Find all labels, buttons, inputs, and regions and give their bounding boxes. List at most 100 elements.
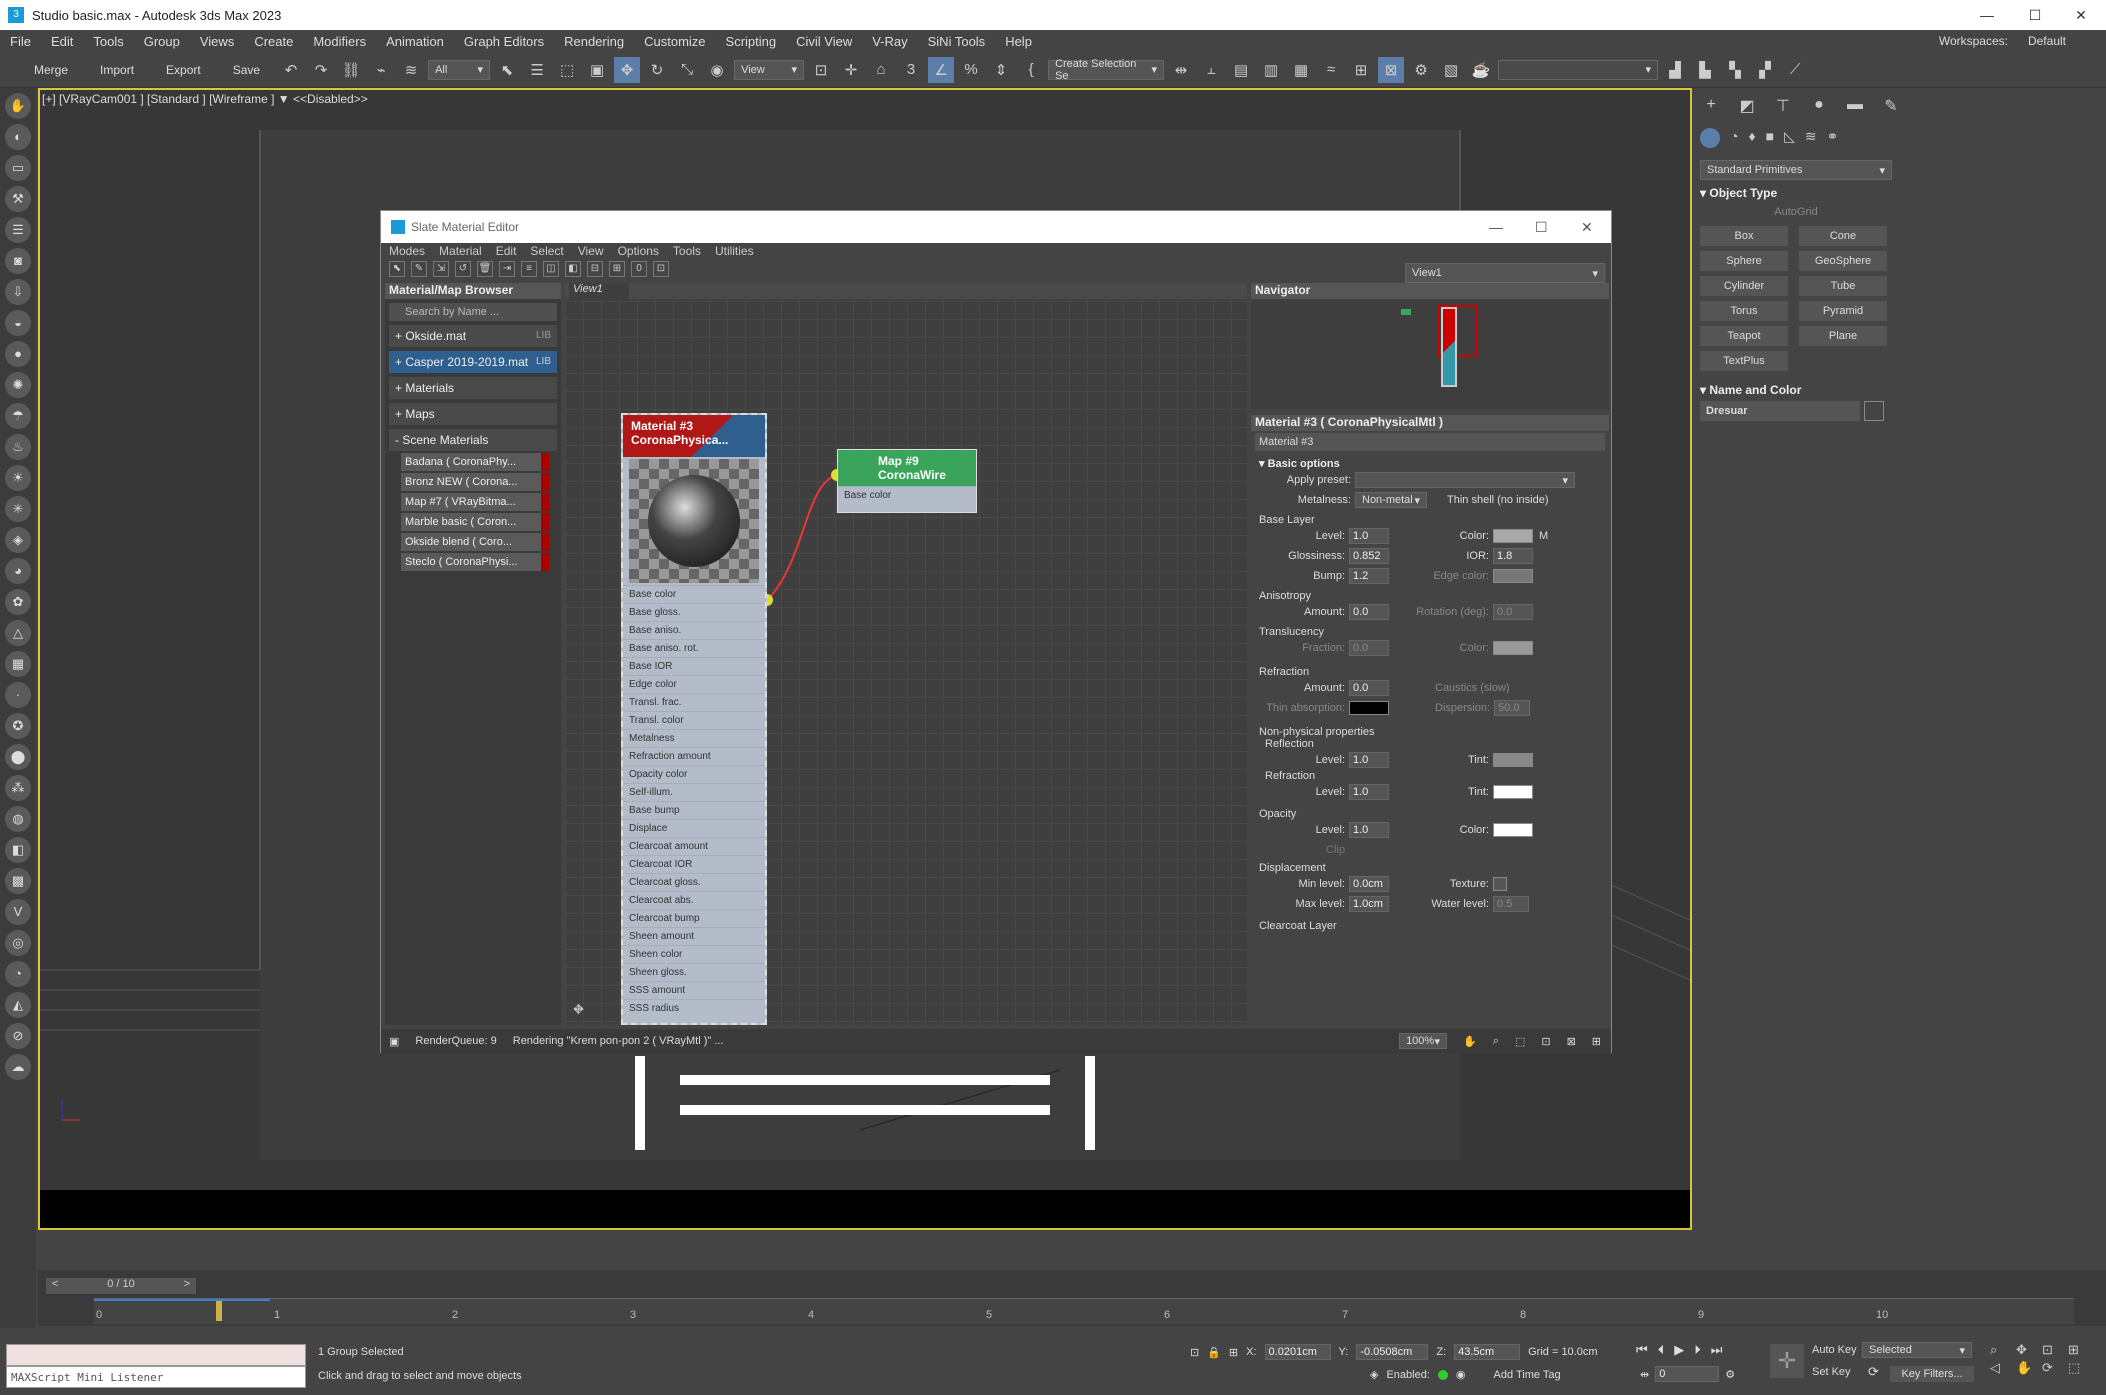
y-field[interactable]: -0.0508cm [1356, 1344, 1429, 1360]
z-field[interactable]: 43.5cm [1454, 1344, 1521, 1360]
track-bar[interactable]: 0 1 2 3 4 5 6 7 8 9 10 [94, 1298, 2074, 1324]
tool-icon-8[interactable]: ◒ [5, 310, 31, 336]
select-object-icon[interactable]: ⬉ [494, 57, 520, 83]
edit-named-selection-icon[interactable]: { [1018, 57, 1044, 83]
maximize-button[interactable]: ☐ [2012, 0, 2058, 30]
geometry-icon[interactable] [1700, 128, 1720, 148]
opacity-level-spinner[interactable]: 1.0 [1349, 822, 1389, 838]
material-editor-icon[interactable]: ⊠ [1378, 56, 1405, 83]
schematic-view-icon[interactable]: ⊞ [1348, 57, 1374, 83]
render-icon[interactable]: ☕ [1468, 57, 1494, 83]
zoom-selected-icon[interactable]: ⊠ [1567, 1035, 1576, 1048]
teapot-button[interactable]: Teapot [1700, 326, 1788, 346]
sphere-button[interactable]: Sphere [1700, 251, 1788, 271]
box-button[interactable]: Box [1700, 226, 1788, 246]
plane-button[interactable]: Plane [1799, 326, 1887, 346]
object-type-header[interactable]: ▾ Object Type [1700, 186, 1892, 200]
menu-group[interactable]: Group [134, 34, 190, 49]
menu-graph-editors[interactable]: Graph Editors [454, 34, 554, 49]
tool-icon-23[interactable]: ⁂ [5, 775, 31, 801]
modify-tab-icon[interactable]: ◩ [1736, 96, 1758, 116]
refraction2-tint-swatch[interactable] [1493, 785, 1533, 799]
export-button[interactable]: Export [152, 63, 215, 77]
vray-icon-4[interactable]: ▞ [1752, 57, 1778, 83]
tool-icon-5[interactable]: ☰ [5, 217, 31, 243]
cone-button[interactable]: Cone [1799, 226, 1887, 246]
material-slot[interactable]: Edge color [623, 675, 765, 693]
goto-end-icon[interactable]: ⏭ [1711, 1342, 1723, 1358]
maxscript-mini-listener[interactable]: MAXScript Mini Listener [6, 1366, 306, 1388]
scene-material-item[interactable]: Map #7 ( VRayBitma... [401, 493, 549, 511]
key-mode-toggle-icon[interactable]: ⟳ [1868, 1364, 1879, 1380]
tool-icon-21[interactable]: ✪ [5, 713, 31, 739]
create-tab-icon[interactable]: + [1700, 96, 1722, 116]
base-level-spinner[interactable]: 1.0 [1349, 528, 1389, 544]
viewport-filter-text[interactable]: <<Disabled>> [293, 92, 368, 106]
hierarchy-tab-icon[interactable]: ⊤ [1772, 96, 1794, 116]
display-tab-icon[interactable]: ▬ [1844, 96, 1866, 116]
scene-material-item[interactable]: Steclo ( CoronaPhysi... [401, 553, 549, 571]
bind-space-warp-icon[interactable]: ≋ [398, 57, 424, 83]
vray-icon-1[interactable]: ▟ [1662, 57, 1688, 83]
node-view[interactable]: View1 Material #3 CoronaPhysica... Base … [565, 283, 1247, 1025]
cameras-icon[interactable]: ■ [1766, 128, 1774, 148]
vray-icon-3[interactable]: ▚ [1722, 57, 1748, 83]
scene-explorer-icon[interactable]: ▤ [1228, 57, 1254, 83]
tool-icon-9[interactable]: ● [5, 341, 31, 367]
zoom-all-nav-icon[interactable]: ✥ [2016, 1342, 2040, 1358]
sme-menu-utilities[interactable]: Utilities [715, 244, 754, 258]
material-slot[interactable]: Base color [623, 585, 765, 603]
textplus-button[interactable]: TextPlus [1700, 351, 1788, 371]
set-key-button[interactable]: Set Key [1812, 1366, 1851, 1378]
lib-okside[interactable]: + Okside.mat LIB [389, 325, 557, 347]
mirror-icon[interactable]: ⇹ [1168, 57, 1194, 83]
sme-reset-icon[interactable]: ↺ [455, 261, 471, 277]
sme-close-button[interactable]: ✕ [1581, 219, 1611, 236]
sme-view-dropdown[interactable]: View1 ▾ [1405, 263, 1605, 283]
time-marker[interactable] [216, 1301, 222, 1321]
menu-edit[interactable]: Edit [41, 34, 83, 49]
sme-show-bg-icon[interactable]: ◧ [565, 261, 581, 277]
fov-icon[interactable]: ◁ [1990, 1360, 2014, 1376]
tool-icon-19[interactable]: ▦ [5, 651, 31, 677]
curve-editor-icon[interactable]: ≈ [1318, 57, 1344, 83]
reflection-level-spinner[interactable]: 1.0 [1349, 752, 1389, 768]
tool-icon-26[interactable]: ▩ [5, 868, 31, 894]
viewport-label[interactable]: [+] [VRayCam001 ] [Standard ] [Wireframe… [42, 92, 368, 106]
key-selection-dropdown[interactable]: Selected ▾ [1862, 1342, 1972, 1358]
abs-mode-icon[interactable]: ⊞ [1229, 1346, 1238, 1359]
sme-select-icon[interactable]: ⬉ [389, 261, 405, 277]
key-mode-icon[interactable]: ⇹ [1640, 1368, 1649, 1381]
helpers-icon[interactable]: ◺ [1784, 128, 1795, 148]
tool-icon-24[interactable]: ◍ [5, 806, 31, 832]
menu-civil-view[interactable]: Civil View [786, 34, 862, 49]
sme-layout-children-icon[interactable]: ⊞ [609, 261, 625, 277]
sme-assign-icon[interactable]: ⇲ [433, 261, 449, 277]
close-button[interactable]: ✕ [2058, 0, 2104, 30]
sme-delete-icon[interactable]: 🗑 [477, 261, 493, 277]
material-slot[interactable]: Base bump [623, 801, 765, 819]
keyboard-shortcut-icon[interactable]: ⌂ [868, 57, 894, 83]
vray-icon-2[interactable]: ▙ [1692, 57, 1718, 83]
sme-hide-slots-icon[interactable]: ≡ [521, 261, 537, 277]
max-level-spinner[interactable]: 1.0cm [1349, 896, 1389, 912]
sme-menu-modes[interactable]: Modes [389, 244, 425, 258]
material-slot[interactable]: Opacity color [623, 765, 765, 783]
spacewarps-icon[interactable]: ≋ [1805, 128, 1817, 148]
reference-coord-dropdown[interactable]: View ▾ [734, 59, 805, 80]
tool-icon-12[interactable]: ♨ [5, 434, 31, 460]
material-slot[interactable]: Displace [623, 819, 765, 837]
material-slot[interactable]: Metalness [623, 729, 765, 747]
material-slot[interactable]: Clearcoat bump [623, 909, 765, 927]
edge-color-swatch[interactable] [1493, 569, 1533, 583]
named-selection-dropdown[interactable]: Create Selection Se ▾ [1048, 58, 1165, 82]
zoom-extents-nav-icon[interactable]: ⊡ [2042, 1342, 2066, 1358]
tool-icon-7[interactable]: ⇩ [5, 279, 31, 305]
tool-icon-15[interactable]: ◈ [5, 527, 31, 553]
menu-tools[interactable]: Tools [83, 34, 133, 49]
undo-icon[interactable]: ↶ [278, 57, 304, 83]
base-color-map-button[interactable]: M [1539, 530, 1548, 542]
unlink-icon[interactable]: ⌁ [368, 57, 394, 83]
selection-filter-dropdown[interactable]: All ▾ [428, 59, 491, 80]
merge-button[interactable]: Merge [20, 63, 82, 77]
